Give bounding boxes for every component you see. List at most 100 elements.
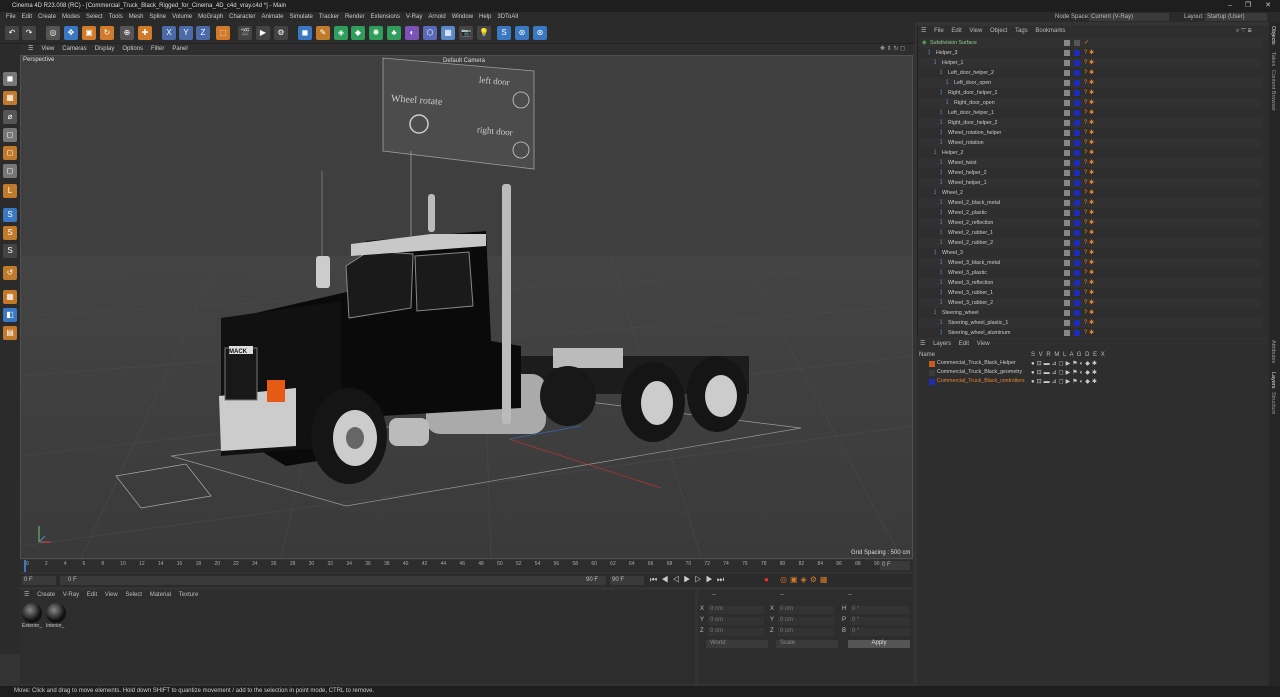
layer-color-tag[interactable] [1074,110,1080,116]
layer-menu-icon[interactable]: ☰ [920,341,925,347]
maximize-button[interactable]: ❐ [1238,0,1258,12]
tab-takes[interactable]: Takes [1270,52,1276,66]
layer-color-tag[interactable] [1074,60,1080,66]
scale-icon[interactable]: ▣ [82,26,96,40]
layer-color-tag[interactable] [1074,240,1080,246]
redo-icon[interactable]: ↷ [22,26,36,40]
coord-position-field[interactable]: 0 cm [708,606,764,614]
vray-orange-icon[interactable]: S [3,226,17,240]
node-space-select[interactable]: Current (V-Ray) [1089,13,1169,21]
layer-color-tag[interactable] [1074,90,1080,96]
camera-icon[interactable]: 📷 [459,26,473,40]
x-axis-icon[interactable]: X [162,26,176,40]
rotate-icon[interactable]: ↻ [100,26,114,40]
layer-color-tag[interactable] [1074,220,1080,226]
visibility-toggle[interactable] [1064,50,1070,56]
coord-size-field[interactable]: 0 cm [778,617,834,625]
visibility-toggle[interactable] [1064,220,1070,226]
menu-select[interactable]: Select [86,12,103,22]
object-tags-icon[interactable]: ? ✱ [1084,108,1094,118]
object-tags-icon[interactable]: ? ✱ [1084,118,1094,128]
material-swatch[interactable]: Interior_ [46,603,68,633]
object-tags-icon[interactable]: ? ✱ [1084,68,1094,78]
object-row[interactable]: ⟟ Helper_3 ? ✱ [918,48,1261,58]
object-tags-icon[interactable]: ? ✱ [1084,58,1094,68]
object-tags-icon[interactable]: ? ✱ [1084,238,1094,248]
visibility-toggle[interactable] [1064,180,1070,186]
menu-extensions[interactable]: Extensions [371,12,400,22]
layer-menu-layers[interactable]: Layers [933,341,951,347]
object-row[interactable]: ⟟ Left_door_helper_2 ? ✱ [918,68,1261,78]
menu-render[interactable]: Render [345,12,365,22]
material-menu-icon[interactable]: ☰ [24,592,29,598]
mat-menu-texture[interactable]: Texture [179,592,199,598]
layer-toggle-icons[interactable]: ●⊡▬⊿◻▶⚑◐◆✱ [1031,369,1099,376]
visibility-toggle[interactable] [1064,270,1070,276]
deformer-icon[interactable]: ◐ [405,26,419,40]
menu-file[interactable]: File [6,12,16,22]
coord-size-field[interactable]: 0 cm [778,628,834,636]
layer-color-tag[interactable] [1074,310,1080,316]
object-tags-icon[interactable]: ? ✱ [1084,78,1094,88]
menu-tracker[interactable]: Tracker [319,12,339,22]
layer-menu-edit[interactable]: Edit [959,341,969,347]
undo-icon[interactable]: ↶ [5,26,19,40]
object-row[interactable]: ⟟ Wheel_2_black_metal ? ✱ [918,198,1261,208]
layer-color-tag[interactable] [1074,180,1080,186]
layer-color-tag[interactable] [1074,100,1080,106]
object-tags-icon[interactable]: ? ✱ [1084,258,1094,268]
object-tags-icon[interactable]: ? ✱ [1084,168,1094,178]
object-row[interactable]: ◈ Subdivision Surface ✓ [918,38,1261,48]
key-tools-icons[interactable]: ◎▣◈⚙▦ [780,575,830,584]
viewport-menu-icon[interactable]: ☰ [28,46,33,52]
object-tags-icon[interactable]: ? ✱ [1084,138,1094,148]
tab-structure[interactable]: Structure [1270,392,1276,414]
object-row[interactable]: ⟟ Steering_wheel ? ✱ [918,308,1261,318]
object-tags-icon[interactable]: ? ✱ [1084,148,1094,158]
live-selection-icon[interactable]: ◎ [46,26,60,40]
vp-menu-filter[interactable]: Filter [151,46,164,52]
frame-range-slider[interactable]: 0 F [60,576,606,585]
obj-menu-tags[interactable]: Tags [1015,28,1028,34]
menu-vray[interactable]: V-Ray [406,12,422,22]
layer-color-tag[interactable] [1074,80,1080,86]
model-mode-icon[interactable]: ◼ [3,72,17,86]
object-row[interactable]: ⟟ Wheel_3 ? ✱ [918,248,1261,258]
layer-color-tag[interactable] [1074,120,1080,126]
visibility-toggle[interactable] [1064,290,1070,296]
viewport[interactable]: Perspective Default Camera Wheel rotate … [20,55,913,559]
object-tags-icon[interactable]: ? ✱ [1084,308,1094,318]
timeline-frame-field[interactable]: 0 F [880,561,910,570]
visibility-toggle[interactable] [1064,280,1070,286]
menu-spline[interactable]: Spline [149,12,166,22]
coord-rotation-field[interactable]: 0 ° [850,617,910,625]
menu-volume[interactable]: Volume [172,12,192,22]
layer-color-tag[interactable] [1074,160,1080,166]
mat-menu-view[interactable]: View [105,592,118,598]
object-row[interactable]: ⟟ Steering_wheel_aluminum ? ✱ [918,328,1261,336]
visibility-toggle[interactable] [1064,120,1070,126]
layer-color-tag[interactable] [1074,300,1080,306]
visibility-toggle[interactable] [1064,200,1070,206]
object-row[interactable]: ⟟ Steering_wheel_plastic_1 ? ✱ [918,318,1261,328]
object-row[interactable]: ⟟ Helper_1 ? ✱ [918,58,1261,68]
script-icon[interactable]: ⊛ [533,26,547,40]
layer-color-tag[interactable] [1074,170,1080,176]
visibility-toggle[interactable] [1064,240,1070,246]
menu-modes[interactable]: Modes [62,12,80,22]
layer-color-swatch[interactable] [929,379,935,385]
obj-menu-edit[interactable]: Edit [951,28,961,34]
layer-color-tag[interactable] [1074,150,1080,156]
object-row[interactable]: ⟟ Wheel_helper_2 ? ✱ [918,168,1261,178]
object-row[interactable]: ⟟ Wheel_3_rubber_1 ? ✱ [918,288,1261,298]
visibility-toggle[interactable] [1064,170,1070,176]
floor-icon[interactable]: ▦ [441,26,455,40]
visibility-toggle[interactable] [1064,60,1070,66]
layer-color-tag[interactable] [1074,230,1080,236]
texture-mode-icon[interactable]: ▦ [3,91,17,105]
menu-mograph[interactable]: MoGraph [198,12,223,22]
timeline-ruler[interactable]: 0 2 4 6 8 10 12 14 16 18 20 22 24 26 28 30 32 34 36 38 40 42 4… [20,560,913,572]
add-icon[interactable]: ✚ [138,26,152,40]
vp-menu-options[interactable]: Options [122,46,143,52]
start-frame-field[interactable]: 0 F [22,576,56,585]
